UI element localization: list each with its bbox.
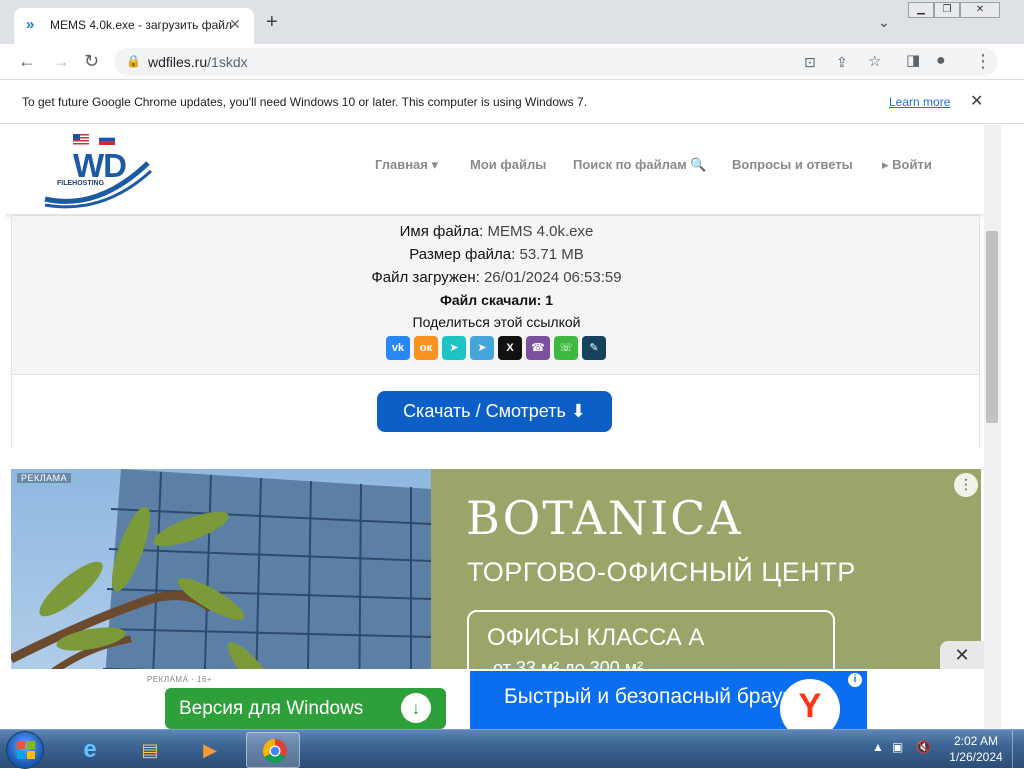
ad-offer-line1: ОФИСЫ КЛАССА А [487, 624, 705, 651]
tab-close-icon[interactable]: ✕ [229, 16, 241, 33]
clock-date[interactable]: 1/26/2024 [942, 750, 1010, 764]
infobar-message: To get future Google Chrome updates, you… [22, 95, 588, 109]
show-desktop-button[interactable] [1012, 730, 1024, 769]
tab-title: MEMS 4.0k.exe - загрузить файл [50, 18, 232, 32]
ad-info-icon[interactable]: i [848, 673, 862, 687]
us-flag-icon[interactable] [73, 134, 89, 145]
download-area: Скачать / Смотреть ⬇ [12, 374, 979, 448]
chrome-menu-icon[interactable]: ⋮ [974, 51, 992, 71]
wdfiles-favicon-icon: » [26, 16, 35, 33]
whatsapp-share-icon[interactable]: ☏ [554, 336, 578, 360]
minimize-button[interactable]: ▁ [908, 2, 934, 18]
profile-avatar-icon[interactable]: ● [936, 51, 946, 71]
download-count: Файл скачали: 1 [439, 292, 554, 308]
maximize-button[interactable]: ❐ [934, 2, 960, 18]
send-share-icon[interactable]: ➤ [442, 336, 466, 360]
file-size-value: 53.71 MB [519, 246, 584, 263]
sticky-ad-label: РЕКЛАМА · 16+ [147, 675, 213, 684]
file-size-row: Размер файла: 53.71 MB [12, 246, 981, 263]
download-button[interactable]: Скачать / Смотреть ⬇ [377, 391, 612, 432]
forward-arrow-icon[interactable]: → [52, 51, 70, 71]
share-icon[interactable]: ⇪ [836, 52, 848, 72]
yandex-browser-ad[interactable]: Быстрый и безопасный браузер Y i [470, 671, 867, 729]
file-name-value: MEMS 4.0k.exe [487, 223, 594, 240]
browser-toolbar: ← → ↻ 🔒 wdfiles.ru/1skdx ⊡ ⇪ ☆ ◨ ● ⋮ [0, 44, 1024, 80]
nav-search-files[interactable]: Поиск по файлам 🔍 [573, 157, 707, 173]
nav-faq[interactable]: Вопросы и ответы [732, 157, 853, 172]
show-hidden-icons[interactable]: ▲ [872, 740, 884, 754]
page-scrollbar[interactable] [984, 125, 1001, 729]
wdfiles-logo[interactable]: WD FILEHOSTING [43, 147, 153, 211]
address-bar[interactable]: 🔒 wdfiles.ru/1skdx ⊡ ⇪ ☆ [114, 48, 998, 76]
file-uploaded-value: 26/01/2024 06:53:59 [483, 269, 622, 286]
sticky-ad-close-button[interactable]: ✕ [940, 641, 984, 669]
file-size-label: Размер файла: [409, 246, 516, 263]
internet-explorer-icon: e [83, 736, 97, 763]
update-infobar: To get future Google Chrome updates, you… [0, 80, 1024, 124]
ad-subtitle: ТОРГОВО-ОФИСНЫЙ ЦЕНТР [467, 557, 856, 587]
reload-icon[interactable]: ↻ [84, 51, 99, 71]
download-arrow-icon: ↓ [401, 693, 431, 723]
tab-strip: » MEMS 4.0k.exe - загрузить файл ✕ + ⌄ ▁… [0, 0, 1024, 44]
taskbar-chrome[interactable] [246, 732, 300, 768]
ru-flag-icon[interactable] [99, 134, 115, 145]
tab-search-chevron-icon[interactable]: ⌄ [878, 14, 890, 31]
url-path: /1skdx [207, 54, 248, 70]
ad-title: BOTANICA [466, 491, 743, 545]
clock-time[interactable]: 2:02 AM [946, 734, 1006, 748]
back-arrow-icon[interactable]: ← [18, 51, 36, 71]
logo-subtext: FILEHOSTING [57, 180, 105, 187]
learn-more-link[interactable]: Learn more [889, 95, 950, 109]
taskbar-media-player[interactable]: ▶ [182, 732, 236, 768]
side-panel-icon[interactable]: ◨ [906, 51, 920, 71]
windows-version-button[interactable]: Версия для Windows ↓ [165, 688, 446, 729]
start-button[interactable] [6, 731, 44, 769]
volume-muted-icon[interactable]: 🔇 [916, 740, 931, 754]
telegram-share-icon[interactable]: ➤ [470, 336, 494, 360]
page-viewport: WD FILEHOSTING Главная ▾ Мои файлы Поиск… [5, 125, 1001, 729]
share-caption: Поделиться этой ссылкой [412, 314, 581, 330]
nav-home[interactable]: Главная ▾ [375, 157, 438, 173]
system-tray: ▲ ▣ 🔇 2:02 AM 1/26/2024 [864, 730, 1024, 769]
translate-icon[interactable]: ⊡ [804, 52, 816, 72]
file-uploaded-row: Файл загружен: 26/01/2024 06:53:59 [12, 269, 981, 286]
close-window-button[interactable]: ✕ [960, 2, 1000, 18]
file-uploaded-label: Файл загружен: [371, 269, 480, 286]
ad-label: РЕКЛАМА [17, 473, 72, 483]
file-name-label: Имя файла: [399, 223, 484, 240]
site-header: WD FILEHOSTING Главная ▾ Мои файлы Поиск… [5, 125, 984, 215]
lock-icon[interactable]: 🔒 [126, 54, 141, 68]
ad-menu-icon[interactable]: ⋮ [954, 473, 978, 497]
taskbar-explorer[interactable]: ▤ [122, 732, 176, 768]
yandex-logo-icon: Y [780, 679, 840, 729]
nav-my-files[interactable]: Мои файлы [470, 157, 546, 172]
livejournal-share-icon[interactable]: ✎ [582, 336, 606, 360]
windows-version-label: Версия для Windows [179, 698, 364, 719]
browser-tab[interactable]: » MEMS 4.0k.exe - загрузить файл ✕ [14, 8, 254, 44]
file-info-panel: Имя файла: MEMS 4.0k.exe Размер файла: 5… [11, 215, 980, 448]
scrollbar-thumb[interactable] [986, 231, 998, 423]
url-host: wdfiles.ru [148, 54, 208, 70]
sticky-bottom-ad[interactable]: РЕКЛАМА · 16+ Версия для Windows ↓ Быстр… [5, 669, 984, 729]
network-icon[interactable]: ▣ [892, 740, 903, 754]
url-text[interactable]: wdfiles.ru/1skdx [148, 54, 248, 70]
taskbar-internet-explorer[interactable]: e [62, 732, 116, 768]
windows-taskbar: e ▤ ▶ ▲ ▣ 🔇 2:02 AM 1/26/2024 [0, 729, 1024, 769]
x-share-icon[interactable]: X [498, 336, 522, 360]
bookmark-star-icon[interactable]: ☆ [868, 52, 881, 72]
yandex-ad-text: Быстрый и безопасный браузер [504, 685, 816, 708]
vk-share-icon[interactable]: vk [386, 336, 410, 360]
file-name-row: Имя файла: MEMS 4.0k.exe [12, 223, 981, 240]
windows-logo-icon [17, 741, 35, 759]
nav-login[interactable]: ▸ Войти [882, 157, 932, 173]
viber-share-icon[interactable]: ☎ [526, 336, 550, 360]
chrome-icon [262, 739, 287, 764]
new-tab-button[interactable]: + [266, 12, 278, 32]
infobar-close-icon[interactable]: ✕ [970, 91, 983, 111]
odnoklassniki-share-icon[interactable]: ок [414, 336, 438, 360]
folder-icon: ▤ [141, 740, 159, 760]
media-player-icon: ▶ [203, 740, 217, 760]
